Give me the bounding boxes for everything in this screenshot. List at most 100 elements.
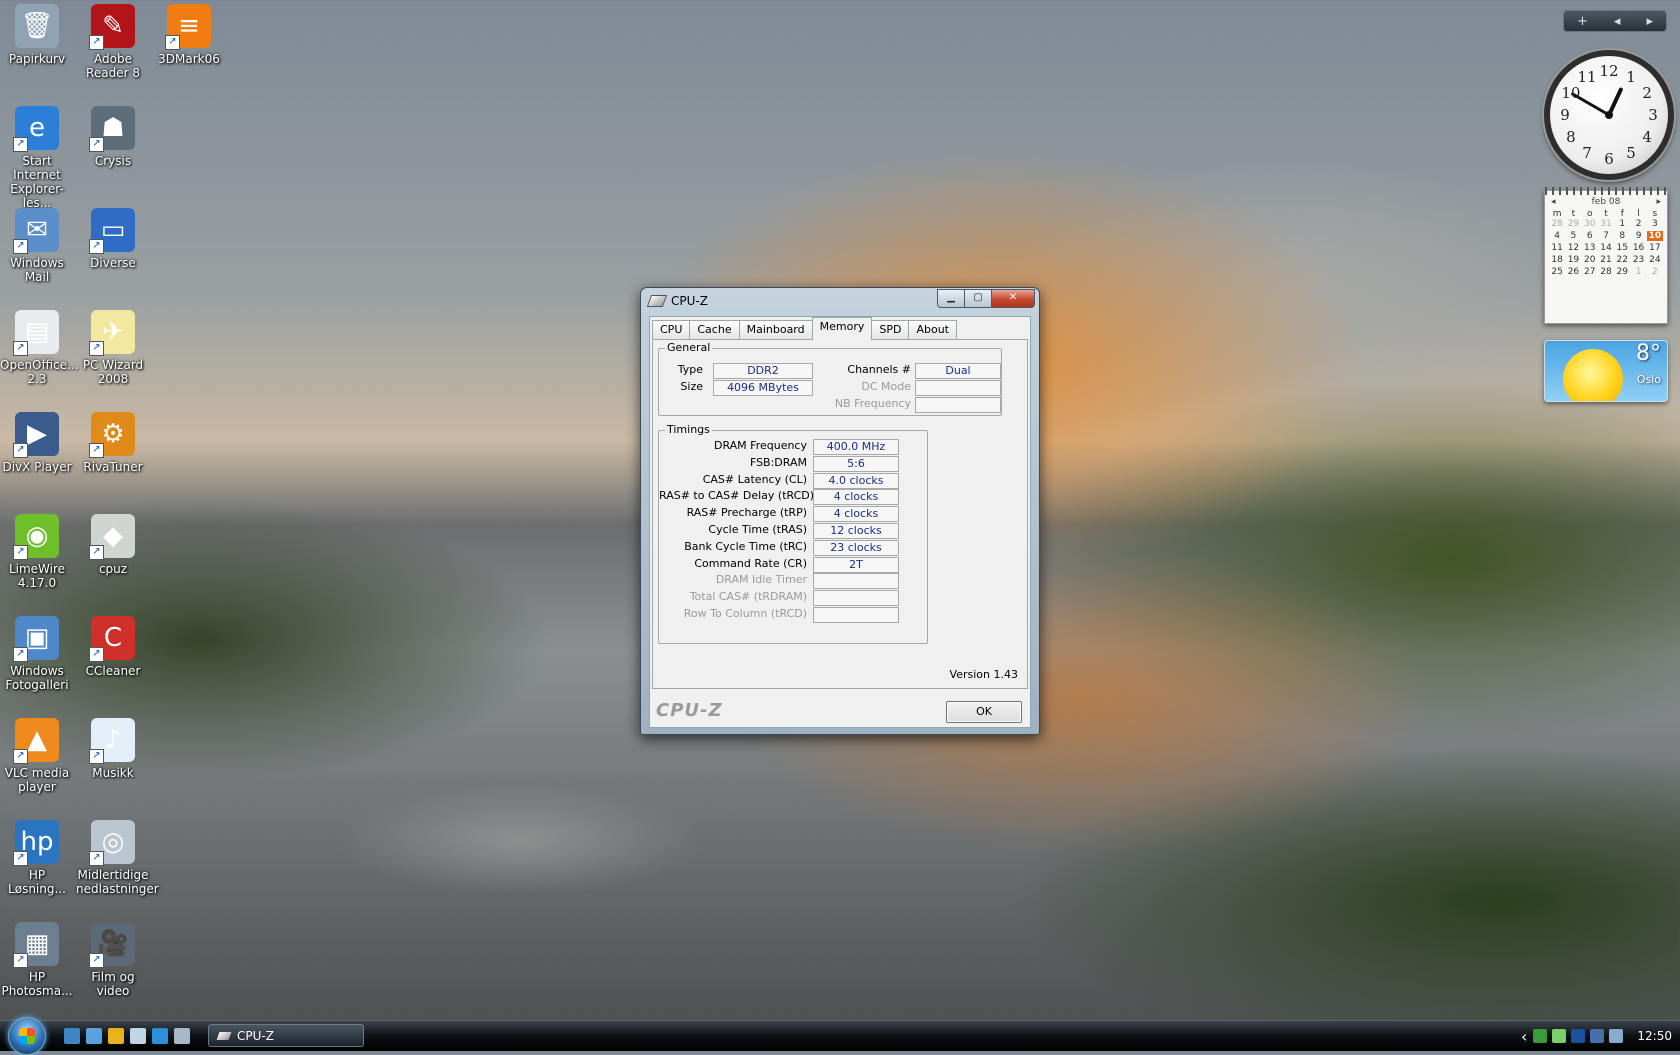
- desktop-icon[interactable]: ◆ ↗ cpuz: [76, 514, 150, 576]
- taskbar-clock[interactable]: 12:50: [1637, 1029, 1672, 1043]
- desktop-icon[interactable]: C ↗ CCleaner: [76, 616, 150, 678]
- general-legend: General: [665, 341, 713, 354]
- quick-launch-icon[interactable]: [130, 1028, 146, 1044]
- calendar-day[interactable]: 24: [1647, 255, 1663, 265]
- calendar-day[interactable]: 1: [1630, 267, 1646, 277]
- app-glyph-icon: ▭: [100, 215, 126, 245]
- calendar-prev-button[interactable]: ◂: [1551, 197, 1556, 207]
- clock-center: [1605, 111, 1613, 119]
- desktop-icon[interactable]: ▭ ↗ Diverse: [76, 208, 150, 270]
- calendar-day[interactable]: 15: [1614, 243, 1630, 253]
- weather-gadget[interactable]: 8° Oslo: [1544, 340, 1668, 402]
- tab-cache[interactable]: Cache: [689, 320, 740, 340]
- desktop-icon-label: Crysis: [94, 154, 132, 168]
- app-glyph-icon: ▣: [24, 623, 50, 653]
- tab-about[interactable]: About: [908, 320, 957, 340]
- tab-memory[interactable]: Memory: [811, 317, 873, 340]
- calendar-day[interactable]: 4: [1549, 231, 1565, 241]
- tray-icon[interactable]: [1609, 1029, 1624, 1043]
- tray-icon[interactable]: [1571, 1029, 1586, 1043]
- calendar-day[interactable]: 30: [1582, 219, 1598, 229]
- desktop-icon[interactable]: ✉ ↗ Windows Mail: [0, 208, 74, 284]
- calendar-day[interactable]: 28: [1598, 267, 1614, 277]
- start-button[interactable]: [8, 1017, 46, 1055]
- calendar-day[interactable]: 18: [1549, 255, 1565, 265]
- desktop-icon[interactable]: ▲ ↗ VLC media player: [0, 718, 74, 794]
- maximize-button[interactable]: ▢: [964, 289, 992, 308]
- version-label: Version 1.43: [949, 668, 1018, 681]
- calendar-day[interactable]: 8: [1614, 231, 1630, 241]
- calendar-day[interactable]: 29: [1614, 267, 1630, 277]
- calendar-day[interactable]: 14: [1598, 243, 1614, 253]
- calendar-day[interactable]: 16: [1630, 243, 1646, 253]
- calendar-day[interactable]: 9: [1630, 231, 1646, 241]
- calendar-day[interactable]: 12: [1565, 243, 1581, 253]
- tray-icon[interactable]: [1533, 1029, 1548, 1043]
- calendar-next-button[interactable]: ▸: [1656, 197, 1661, 207]
- desktop-icon[interactable]: ▣ ↗ Windows Fotogalleri: [0, 616, 74, 692]
- calendar-day[interactable]: 23: [1630, 255, 1646, 265]
- tab-mainboard[interactable]: Mainboard: [738, 320, 813, 340]
- add-gadget-button[interactable]: +: [1577, 14, 1588, 29]
- clock-number: 10: [1561, 84, 1581, 102]
- close-button[interactable]: ✕: [991, 289, 1035, 308]
- desktop-icon[interactable]: ☗ ↗ Crysis: [76, 106, 150, 168]
- calendar-day[interactable]: 29: [1565, 219, 1581, 229]
- desktop-icon[interactable]: ✈ ↗ PC Wizard 2008: [76, 310, 150, 386]
- calendar-day[interactable]: 25: [1549, 267, 1565, 277]
- tray-expand-button[interactable]: ‹: [1521, 1027, 1527, 1046]
- tray-icon[interactable]: [1590, 1029, 1605, 1043]
- calendar-day[interactable]: 31: [1598, 219, 1614, 229]
- calendar-day[interactable]: 11: [1549, 243, 1565, 253]
- calendar-day[interactable]: 19: [1565, 255, 1581, 265]
- calendar-today[interactable]: 10: [1646, 231, 1663, 241]
- tab-cpu[interactable]: CPU: [652, 320, 691, 340]
- quick-launch-icon[interactable]: [108, 1028, 124, 1044]
- calendar-day[interactable]: 13: [1582, 243, 1598, 253]
- calendar-day[interactable]: 2: [1630, 219, 1646, 229]
- desktop-icon[interactable]: ≡ ↗ 3DMark06: [152, 4, 226, 66]
- desktop-icon[interactable]: ◎ ↗ Midlertidige nedlastninger: [76, 820, 159, 896]
- calendar-weekday: o: [1586, 209, 1593, 219]
- desktop-icon[interactable]: 🗑 Papirkurv: [0, 4, 74, 66]
- desktop-icon[interactable]: ♪ ↗ Musikk: [76, 718, 150, 780]
- calendar-day[interactable]: 2: [1647, 267, 1663, 277]
- calendar-day[interactable]: 6: [1582, 231, 1598, 241]
- quick-launch-icon[interactable]: [64, 1028, 80, 1044]
- quick-launch-icon[interactable]: [174, 1028, 190, 1044]
- next-gadget-button[interactable]: ▸: [1646, 14, 1653, 29]
- app-glyph-icon: ⚙: [101, 419, 125, 449]
- timing-label: CAS# Latency (CL): [702, 472, 807, 486]
- desktop-icon[interactable]: ◉ ↗ LimeWire 4.17.0: [0, 514, 74, 590]
- calendar-day[interactable]: 1: [1614, 219, 1630, 229]
- calendar-day[interactable]: 28: [1549, 219, 1565, 229]
- tab-spd[interactable]: SPD: [871, 320, 910, 340]
- desktop-icon[interactable]: ⚙ ↗ RivaTuner: [76, 412, 150, 474]
- calendar-day[interactable]: 26: [1565, 267, 1581, 277]
- desktop-icon[interactable]: ▦ ↗ HP Photosma...: [0, 922, 74, 998]
- taskbar-button-cpuz[interactable]: CPU-Z: [208, 1024, 364, 1047]
- quick-launch-icon[interactable]: [86, 1028, 102, 1044]
- calendar-day[interactable]: 5: [1565, 231, 1581, 241]
- timing-label: RAS# to CAS# Delay (tRCD): [659, 489, 815, 503]
- ok-button[interactable]: OK: [946, 701, 1022, 723]
- calendar-day[interactable]: 7: [1598, 231, 1614, 241]
- desktop-icon[interactable]: ▶ ↗ DivX Player: [0, 412, 74, 474]
- calendar-day[interactable]: 21: [1598, 255, 1614, 265]
- clock-gadget[interactable]: 12 1 2 3 4 5 6 7 8 9 10 11: [1544, 50, 1674, 180]
- prev-gadget-button[interactable]: ◂: [1614, 14, 1621, 29]
- desktop-icon[interactable]: hp ↗ HP Løsning...: [0, 820, 74, 896]
- quick-launch-icon[interactable]: [152, 1028, 168, 1044]
- calendar-day[interactable]: 17: [1647, 243, 1663, 253]
- tray-icon[interactable]: [1552, 1029, 1567, 1043]
- calendar-day[interactable]: 20: [1582, 255, 1598, 265]
- calendar-day[interactable]: 22: [1614, 255, 1630, 265]
- desktop-icon[interactable]: e ↗ Start Internet Explorer-les...: [0, 106, 74, 210]
- desktop-icon[interactable]: ▤ ↗ OpenOffice... 2.3: [0, 310, 79, 386]
- desktop-icon[interactable]: ✎ ↗ Adobe Reader 8: [76, 4, 150, 80]
- calendar-day[interactable]: 3: [1647, 219, 1663, 229]
- calendar-day[interactable]: 27: [1582, 267, 1598, 277]
- calendar-gadget[interactable]: ◂ feb 08 ▸ mtotfls 28 29 30 31 1 2 3 4 5 6 7 8 9 10 11…: [1544, 187, 1668, 324]
- desktop-icon[interactable]: 🎥 ↗ Film og video: [76, 922, 150, 998]
- minimize-button[interactable]: ▁: [937, 289, 965, 308]
